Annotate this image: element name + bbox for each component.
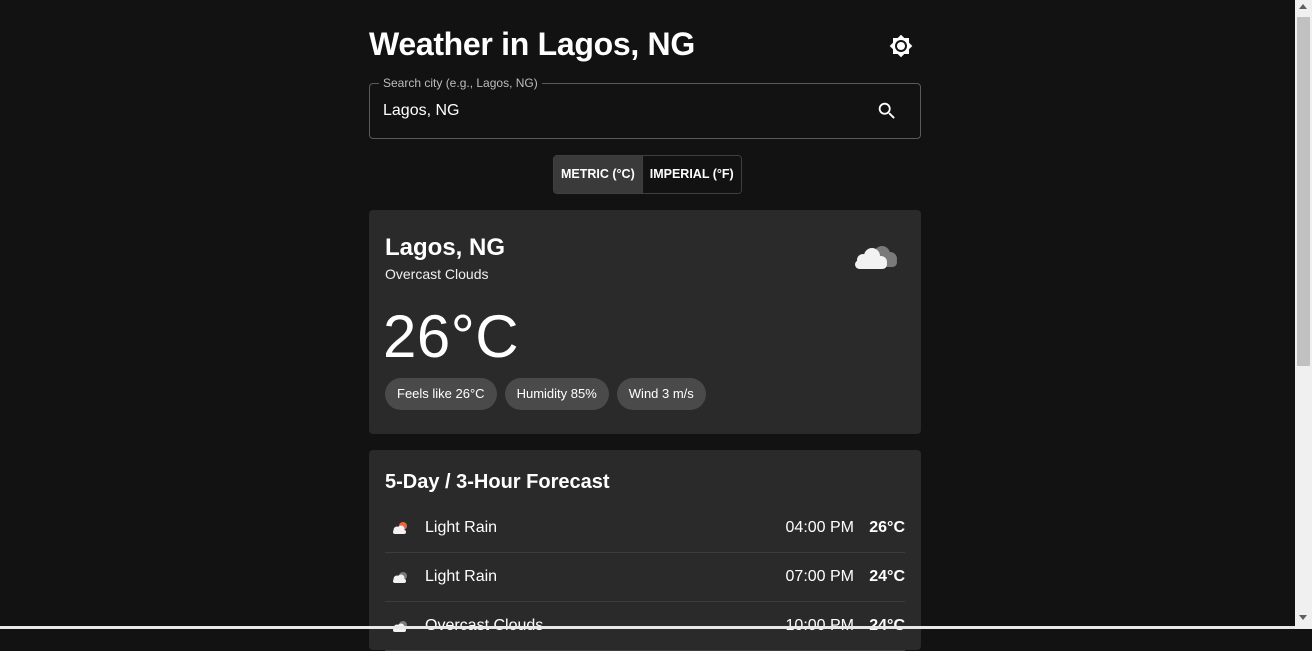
weather-details: Feels like 26°C Humidity 85% Wind 3 m/s [385,378,706,410]
light-rain-icon [393,522,407,534]
metric-toggle[interactable]: METRIC (°C) [554,156,642,193]
forecast-temperature: 26°C [869,519,905,536]
forecast-time: 07:00 PM [785,568,854,585]
search-label: Search city (e.g., Lagos, NG) [379,76,542,90]
forecast-card: 5‑Day / 3‑Hour Forecast Light Rain 04:00… [369,450,921,651]
forecast-temperature: 24°C [869,568,905,585]
light-rain-icon [393,572,407,583]
vertical-scrollbar[interactable] [1295,0,1312,629]
scrollbar-thumb[interactable] [1297,17,1310,366]
brightness-icon [889,34,913,58]
wind-chip: Wind 3 m/s [616,378,706,410]
forecast-description: Light Rain [425,568,498,585]
forecast-row: Light Rain 04:00 PM 26°C [385,504,905,553]
forecast-description: Light Rain [425,519,498,536]
city-search-field: Search city (e.g., Lagos, NG) [369,76,921,139]
overcast-clouds-icon [855,246,897,269]
current-temperature: 26°C [383,303,520,370]
forecast-row: Light Rain 07:00 PM 24°C [385,553,905,602]
theme-toggle-button[interactable] [887,32,915,60]
humidity-chip: Humidity 85% [504,378,609,410]
current-weather-card: Lagos, NG Overcast Clouds 26°C Feels lik… [369,210,921,434]
imperial-toggle[interactable]: IMPERIAL (°F) [641,156,741,193]
scroll-up-arrow-icon[interactable] [1299,4,1307,9]
feels-like-chip: Feels like 26°C [385,378,497,410]
scroll-down-arrow-icon[interactable] [1299,615,1307,620]
search-button[interactable] [876,100,898,122]
forecast-title: 5‑Day / 3‑Hour Forecast [385,471,610,493]
search-input[interactable] [383,100,863,122]
header: Weather in Lagos, NG [369,24,921,68]
forecast-time: 04:00 PM [785,519,854,536]
current-city: Lagos, NG [385,234,506,261]
search-icon [878,102,895,119]
page-title: Weather in Lagos, NG [369,26,695,62]
current-description: Overcast Clouds [385,266,489,282]
unit-toggle-group: METRIC (°C) IMPERIAL (°F) [553,155,742,194]
